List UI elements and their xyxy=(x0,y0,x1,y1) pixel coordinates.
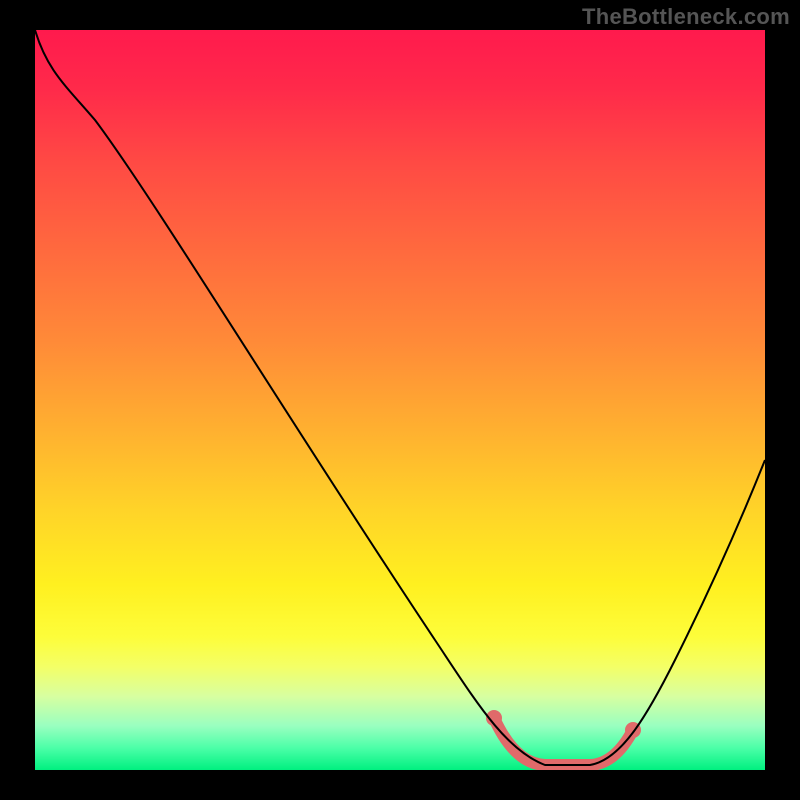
curve-main xyxy=(35,30,765,765)
bottleneck-curve-svg xyxy=(35,30,765,770)
chart-frame: TheBottleneck.com xyxy=(0,0,800,800)
curve-highlight xyxy=(494,718,633,765)
watermark-text: TheBottleneck.com xyxy=(582,4,790,30)
plot-area xyxy=(35,30,765,770)
